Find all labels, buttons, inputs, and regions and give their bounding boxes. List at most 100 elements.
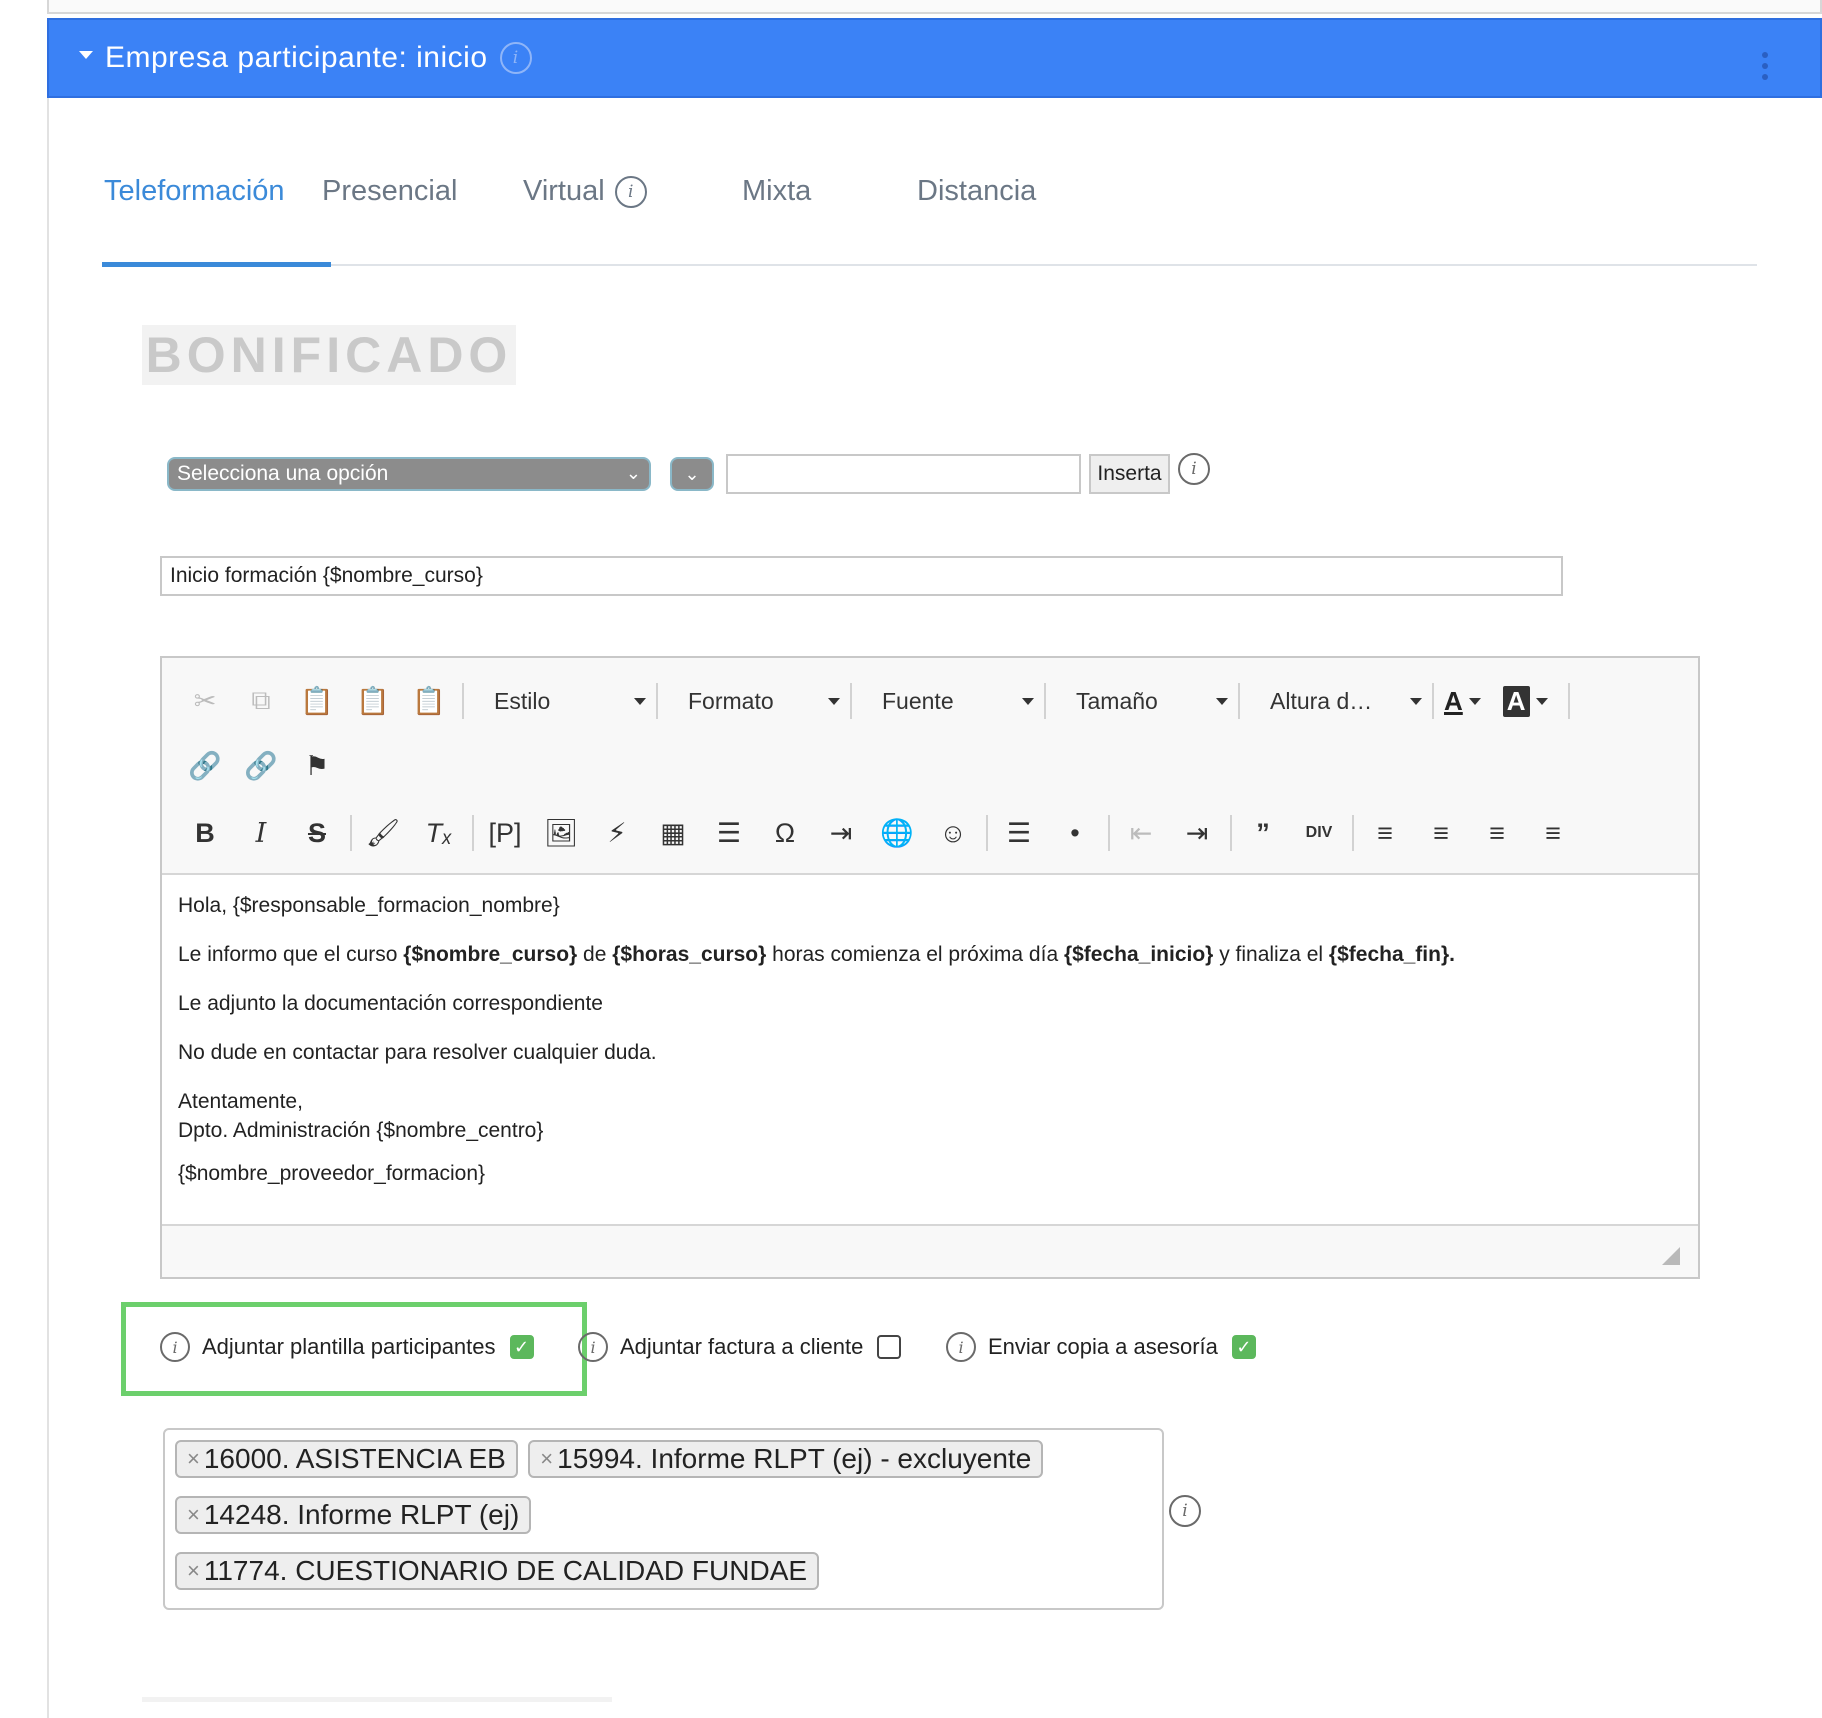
paste-word-icon[interactable]: 📋	[408, 680, 450, 722]
align-right-icon[interactable]: ≡	[1476, 812, 1518, 854]
table-icon[interactable]: ▦	[652, 812, 694, 854]
copy-format-icon[interactable]: 🖌	[362, 812, 404, 854]
div-container-icon[interactable]: DIV	[1298, 812, 1340, 854]
iframe-globe-icon[interactable]: 🌐	[876, 812, 918, 854]
info-icon[interactable]: i	[946, 1332, 976, 1362]
tab-teleformacion[interactable]: Teleformación	[104, 175, 285, 208]
anchor-flag-icon[interactable]: ⚑	[296, 745, 338, 787]
remove-tag-icon[interactable]: ×	[187, 1558, 200, 1584]
image-icon[interactable]: 🖼	[540, 812, 582, 854]
tab-virtual[interactable]: Virtual i	[523, 175, 647, 208]
panel-header[interactable]: Empresa participante: inicio i	[47, 18, 1822, 98]
remove-tag-icon[interactable]: ×	[187, 1502, 200, 1528]
documentation-line: Le adjunto la documentación correspondie…	[178, 992, 603, 1015]
toolbar-separator	[1432, 683, 1434, 719]
kebab-menu-icon[interactable]	[1762, 52, 1768, 80]
copy-icon[interactable]: ⧉	[240, 680, 282, 722]
unlink-icon[interactable]: 🔗	[240, 745, 282, 787]
toolbar-separator	[1044, 683, 1046, 719]
strikethrough-icon[interactable]: S	[296, 812, 338, 854]
dropdown-arrow-icon	[1216, 697, 1228, 705]
background-color-button[interactable]: A	[1502, 685, 1548, 717]
variable-subselect[interactable]: ⌄	[670, 457, 714, 491]
attachment-tag: × 16000. ASISTENCIA EB	[175, 1440, 518, 1478]
align-center-icon[interactable]: ≡	[1420, 812, 1462, 854]
outdent-icon[interactable]: ⇤	[1120, 812, 1162, 854]
editor-content[interactable]: Hola, {$responsable_formacion_nombre} Le…	[162, 873, 1698, 1226]
tag-label: 11774. CUESTIONARIO DE CALIDAD FUNDAE	[203, 1555, 808, 1586]
tab-label: Presencial	[322, 175, 458, 207]
paste-text-icon[interactable]: 📋	[352, 680, 394, 722]
info-icon[interactable]: i	[1169, 1495, 1201, 1527]
toolbar-separator	[1108, 815, 1110, 851]
tab-presencial[interactable]: Presencial	[322, 175, 457, 208]
adjuntar-plantilla-checkbox[interactable]: ✓	[509, 1335, 534, 1359]
dropdown-arrow-icon	[1022, 697, 1034, 705]
variable-select[interactable]: Selecciona una opción ⌄	[167, 457, 651, 491]
toolbar-separator	[462, 683, 464, 719]
rich-text-editor: ✂ ⧉ 📋 📋 📋 Estilo Formato Fuente Tamaño A…	[160, 656, 1700, 1279]
dropdown-arrow-icon	[1410, 697, 1422, 705]
tab-label: Mixta	[742, 175, 812, 207]
option-adjuntar-plantilla: i Adjuntar plantilla participantes ✓	[160, 1332, 534, 1362]
italic-icon[interactable]: I	[240, 812, 282, 854]
remove-tag-icon[interactable]: ×	[187, 1446, 200, 1472]
variable-input[interactable]	[726, 454, 1081, 494]
line-height-combo[interactable]: Altura d…	[1250, 680, 1434, 722]
panel-title: Empresa participante: inicio	[105, 41, 488, 74]
info-icon[interactable]: i	[614, 175, 647, 208]
insert-button[interactable]: Inserta	[1089, 454, 1170, 494]
blockquote-icon[interactable]: ”	[1242, 812, 1284, 854]
toolbar-separator	[850, 683, 852, 719]
info-icon[interactable]: i	[160, 1332, 190, 1362]
toolbar-separator	[350, 815, 352, 851]
font-combo[interactable]: Fuente	[862, 680, 1046, 722]
chevron-down-icon: ⌄	[684, 463, 700, 484]
remove-format-icon[interactable]: Tₓ	[418, 812, 460, 854]
numbered-list-icon[interactable]: ☰	[998, 812, 1040, 854]
format-combo[interactable]: Formato	[668, 680, 852, 722]
attachments-multiselect[interactable]: × 16000. ASISTENCIA EB × 15994. Informe RL…	[163, 1428, 1164, 1610]
next-section-edge	[142, 1697, 612, 1702]
signature-block: Atentamente, Dpto. Administración {$nombr…	[178, 1090, 544, 1142]
special-char-icon[interactable]: Ω	[764, 812, 806, 854]
size-combo[interactable]: Tamaño	[1056, 680, 1240, 722]
tag-label: 16000. ASISTENCIA EB	[203, 1443, 506, 1474]
tab-label: Virtual	[523, 175, 605, 207]
cut-icon[interactable]: ✂	[184, 680, 226, 722]
paste-icon[interactable]: 📋	[296, 680, 338, 722]
previous-panel-edge	[47, 0, 1822, 14]
editor-toolbar: ✂ ⧉ 📋 📋 📋 Estilo Formato Fuente Tamaño A…	[162, 658, 1698, 873]
info-icon[interactable]: i	[578, 1332, 608, 1362]
align-justify-icon[interactable]: ≡	[1532, 812, 1574, 854]
link-icon[interactable]: 🔗	[184, 745, 226, 787]
tab-mixta[interactable]: Mixta	[742, 175, 811, 208]
remove-tag-icon[interactable]: ×	[540, 1446, 553, 1472]
horizontal-line-icon[interactable]: ☰	[708, 812, 750, 854]
adjuntar-factura-checkbox[interactable]	[877, 1335, 902, 1359]
select-value: Selecciona una opción	[177, 462, 389, 485]
attachment-tag: × 15994. Informe RLPT (ej) - excluyente	[528, 1440, 1044, 1478]
indent-icon[interactable]: ⇥	[1176, 812, 1218, 854]
bold-icon[interactable]: B	[184, 812, 226, 854]
bonificado-badge: BONIFICADO	[142, 325, 516, 385]
subject-input[interactable]: Inicio formación {$nombre_curso}	[160, 556, 1563, 596]
option-adjuntar-factura: i Adjuntar factura a cliente	[578, 1332, 902, 1362]
tab-distancia[interactable]: Distancia	[917, 175, 1036, 208]
page-break-icon[interactable]: ⇥	[820, 812, 862, 854]
flash-icon[interactable]: ⚡	[596, 812, 638, 854]
option-label: Adjuntar factura a cliente	[620, 1334, 864, 1359]
style-combo[interactable]: Estilo	[474, 680, 658, 722]
info-icon[interactable]: i	[1178, 453, 1210, 485]
bulleted-list-icon[interactable]: •	[1054, 812, 1096, 854]
enviar-copia-checkbox[interactable]: ✓	[1231, 1335, 1256, 1359]
placeholder-icon[interactable]: [P]	[484, 812, 526, 854]
option-enviar-copia: i Enviar copia a asesoría ✓	[946, 1332, 1256, 1362]
info-icon[interactable]: i	[499, 42, 532, 74]
resize-handle-icon[interactable]	[1662, 1247, 1680, 1265]
collapse-caret-icon[interactable]	[79, 51, 93, 59]
emoji-icon[interactable]: ☺	[932, 812, 974, 854]
align-left-icon[interactable]: ≡	[1364, 812, 1406, 854]
toolbar-separator	[1352, 815, 1354, 851]
text-color-button[interactable]: A	[1444, 686, 1481, 717]
